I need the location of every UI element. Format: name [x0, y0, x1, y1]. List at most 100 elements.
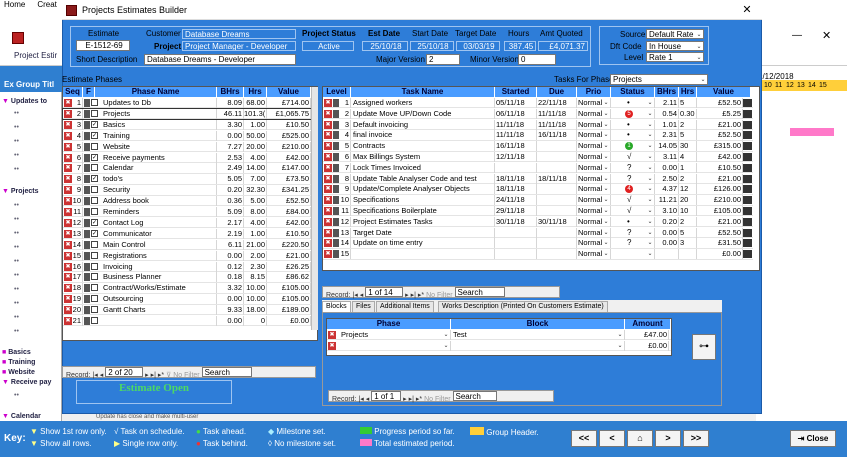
task-started[interactable]: 29/11/18 [495, 206, 537, 216]
phase-flag-checkbox[interactable] [91, 317, 98, 324]
task-prio-select[interactable]: Normal ⌄ [577, 152, 611, 162]
group-website[interactable]: ■ Website [2, 369, 35, 376]
group-receive-payments[interactable]: ▼ Receive pay [2, 379, 51, 386]
task-started[interactable] [495, 238, 537, 249]
nav-next-icon[interactable]: ▸ ▸| ▸* [403, 396, 422, 403]
phase-flag-checkbox[interactable]: ✓ [91, 175, 98, 183]
previous-record-button[interactable]: < [599, 430, 625, 447]
task-prio-select[interactable]: Normal ⌄ [577, 227, 611, 238]
task-started[interactable]: 16/11/18 [495, 141, 537, 152]
task-prio-select[interactable]: Normal ⌄ [577, 98, 611, 108]
task-due[interactable] [537, 238, 577, 249]
task-name[interactable]: Contracts [351, 141, 495, 152]
task-name[interactable]: Lock Times Invoiced [351, 162, 495, 173]
move-row-icon[interactable] [84, 99, 90, 107]
nav-first-icon[interactable]: |◂ ◂ [92, 372, 103, 379]
phase-name[interactable]: Receive payments [101, 152, 217, 163]
table-row[interactable]: ✖ 4 final invoice 11/11/18 16/11/18 Normal ⌄ • ⌄… [323, 130, 753, 141]
phase-flag-checkbox[interactable] [91, 262, 98, 270]
task-prio-select[interactable]: Normal ⌄ [577, 206, 611, 216]
task-prio-select[interactable]: Normal ⌄ [577, 108, 611, 119]
phase-name[interactable]: Contact Log [101, 217, 217, 228]
task-due[interactable]: 18/11/18 [537, 173, 577, 184]
task-name[interactable]: Update/Complete Analyser Objects [351, 184, 495, 195]
phase-flag-checkbox[interactable] [91, 284, 98, 292]
task-name[interactable]: Max Billings System [351, 152, 495, 162]
table-row[interactable]: ✖ 1 Assigned workers 05/11/18 22/11/18 Normal… [323, 98, 753, 109]
task-notes-icon[interactable] [743, 228, 752, 237]
task-due[interactable]: 11/11/18 [537, 119, 577, 130]
phase-flag-checkbox[interactable] [91, 240, 98, 248]
table-row[interactable]: ✖ 5 Contracts 16/11/18 Normal ⌄ 1 ⌄ 14.05 30 £315.… [323, 141, 753, 152]
phases-search-input[interactable]: Search [201, 367, 252, 377]
task-status[interactable]: • ⌄ [611, 98, 655, 108]
task-name[interactable] [351, 249, 495, 260]
col-task-name[interactable]: Task Name [351, 87, 495, 97]
task-notes-icon[interactable] [743, 185, 752, 194]
move-row-icon[interactable] [84, 284, 90, 293]
phase-name[interactable]: Calendar [101, 163, 217, 174]
table-row[interactable]: ✖ 16 Invoicing 0.12 2.30 £26.25 [63, 261, 311, 272]
menu-home[interactable]: Home [4, 0, 25, 10]
row-selector-icon[interactable]: ✖ [324, 250, 332, 259]
phase-flag-checkbox[interactable] [91, 164, 98, 172]
phase-name[interactable]: Training [101, 130, 217, 141]
task-status[interactable]: • ⌄ [611, 119, 655, 130]
task-name[interactable]: Update Move UP/Down Code [351, 108, 495, 119]
task-prio-select[interactable]: Normal ⌄ [577, 195, 611, 206]
table-row[interactable]: ✖ 10 Specifications 24/11/18 Normal ⌄ √ ⌄ 11.21 2… [323, 195, 753, 206]
table-row[interactable]: ✖ 18 Contract/Works/Estimate 3.32 10.00 £105.… [63, 283, 311, 294]
first-record-button[interactable]: << [571, 430, 597, 447]
phase-name[interactable]: Basics [101, 119, 217, 130]
move-row-icon[interactable] [84, 251, 90, 260]
task-prio-select[interactable]: Normal ⌄ [577, 216, 611, 227]
task-started[interactable]: 05/11/18 [495, 98, 537, 108]
row-selector-icon[interactable]: ✖ [328, 341, 336, 350]
table-row[interactable]: ✖ 7 Calendar 2.49 14.00 £147.00 [63, 163, 311, 174]
col-started[interactable]: Started [495, 87, 537, 97]
task-status[interactable]: 1 ⌄ [611, 141, 655, 152]
task-status[interactable]: 4 ⌄ [611, 184, 655, 195]
phase-name[interactable]: Business Planner [101, 272, 217, 283]
table-row[interactable]: ✖ ⌄ ⌄ £0.00 [327, 340, 671, 352]
phase-name[interactable]: Updates to Db [101, 98, 217, 108]
task-started[interactable]: 06/11/18 [495, 108, 537, 119]
estimate-number-field[interactable]: E-1512-69 [76, 40, 130, 51]
row-selector-icon[interactable]: ✖ [324, 217, 332, 226]
move-row-icon[interactable] [84, 240, 90, 249]
close-button[interactable]: ⇥ Close [790, 430, 836, 447]
task-notes-icon[interactable] [743, 153, 752, 161]
phase-flag-checkbox[interactable]: ✓ [91, 153, 98, 161]
table-row[interactable]: ✖ 11 Reminders 5.09 8.00 £84.00 [63, 207, 311, 218]
phase-flag-checkbox[interactable] [91, 306, 98, 314]
task-prio-select[interactable]: Normal ⌄ [577, 249, 611, 260]
table-row[interactable]: ✖ 3 Default invoicing 11/11/18 11/11/18 Norma… [323, 119, 753, 130]
phase-flag-checkbox[interactable] [91, 197, 98, 205]
col-due[interactable]: Due [537, 87, 577, 97]
nav-first-icon[interactable]: |◂ ◂ [358, 396, 369, 403]
col-level[interactable]: Level [323, 87, 351, 97]
task-due[interactable]: 22/11/18 [537, 98, 577, 108]
dft-code-select[interactable]: In House ⌄ [646, 41, 704, 51]
task-status[interactable]: • ⌄ [611, 216, 655, 227]
table-row[interactable]: ✖ 2 Projects 46.11 101.3(£1,065.75 [62, 107, 312, 121]
group-training[interactable]: ■ Training [2, 359, 35, 366]
nav-next-icon[interactable]: ▸ ▸| ▸* [405, 292, 424, 299]
phase-name[interactable]: Security [101, 185, 217, 196]
row-selector-icon[interactable]: ✖ [324, 99, 332, 107]
phase-name[interactable]: Contract/Works/Estimate [101, 283, 217, 294]
move-row-icon[interactable] [84, 229, 90, 238]
major-version-field[interactable]: 2 [426, 54, 460, 65]
row-selector-icon[interactable]: ✖ [324, 185, 332, 194]
task-notes-icon[interactable] [743, 142, 752, 151]
task-notes-icon[interactable] [743, 217, 752, 226]
row-selector-icon[interactable]: ✖ [324, 228, 332, 237]
task-name[interactable]: Default invoicing [351, 119, 495, 130]
col-status[interactable]: Status [611, 87, 655, 97]
row-selector-icon[interactable]: ✖ [324, 120, 332, 129]
blocks-record-field[interactable]: 1 of 1 [371, 391, 402, 401]
col-task-bhrs[interactable]: BHrs [655, 87, 679, 97]
move-row-icon[interactable] [84, 109, 90, 118]
task-prio-select[interactable]: Normal ⌄ [577, 130, 611, 141]
table-row[interactable]: ✖ 21 0.00 0 £0.00 [63, 316, 311, 327]
